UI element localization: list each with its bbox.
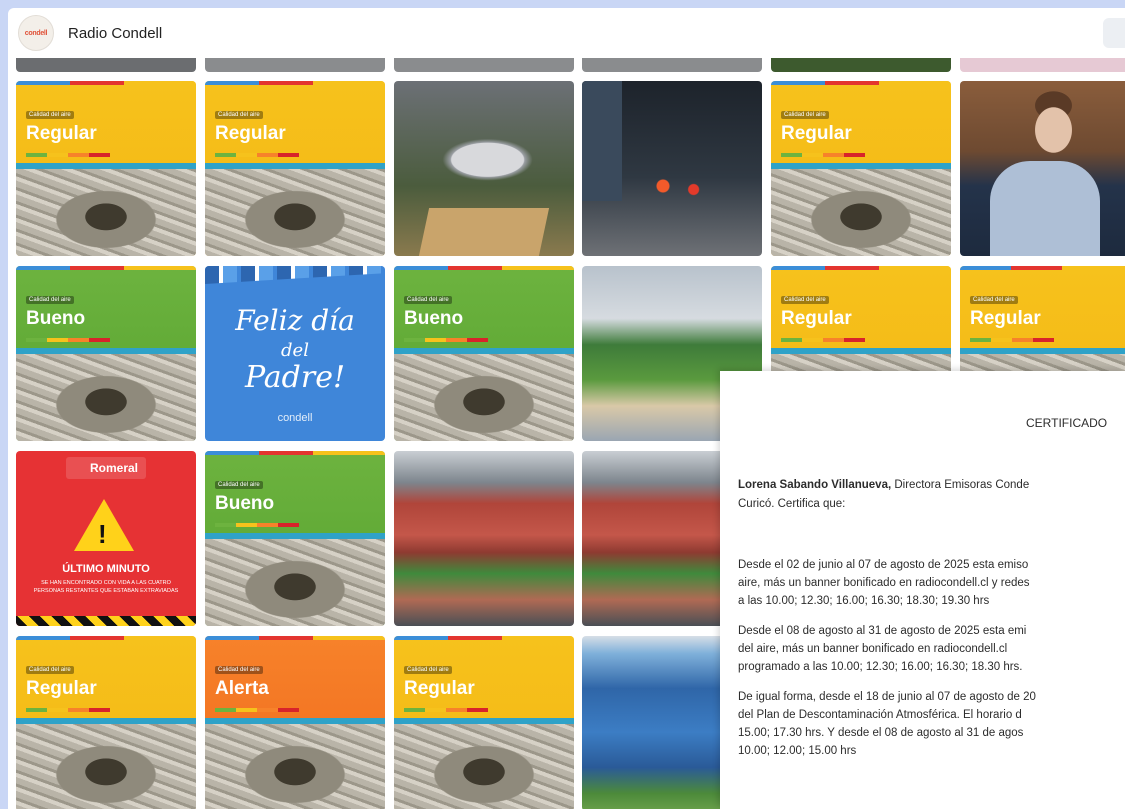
air-quality-label: Calidad del aire <box>781 296 829 304</box>
para3-line: 10.00; 12.00; 15.00 hrs <box>738 745 857 757</box>
grid-tile-partial[interactable] <box>16 58 196 72</box>
radio-condell-logo[interactable]: condell <box>18 15 54 51</box>
city-aerial-image <box>205 169 385 256</box>
photo-athlete[interactable] <box>960 81 1125 256</box>
air-quality-post[interactable]: Calidad del aire Regular <box>205 81 385 256</box>
air-quality-label: Calidad del aire <box>404 666 452 674</box>
city-aerial-image <box>16 724 196 809</box>
air-quality-label: Calidad del aire <box>215 666 263 674</box>
air-quality-level: Regular <box>26 123 97 144</box>
certificate-title: CERTIFICADO <box>1026 416 1108 430</box>
air-quality-scale <box>781 338 865 342</box>
air-quality-scale <box>970 338 1054 342</box>
fathers-day-post[interactable]: Feliz día del Padre! condell <box>205 266 385 441</box>
air-quality-post[interactable]: Calidad del aire Bueno <box>205 451 385 626</box>
air-quality-level: Regular <box>970 308 1041 329</box>
air-quality-level: Regular <box>781 308 852 329</box>
grid-tile-partial[interactable] <box>960 58 1125 72</box>
air-quality-label: Calidad del aire <box>970 296 1018 304</box>
para3-line: De igual forma, desde el 18 de junio al … <box>738 691 1036 703</box>
air-quality-post[interactable]: Calidad del aire Regular <box>394 636 574 809</box>
air-quality-label: Calidad del aire <box>404 296 452 304</box>
breaking-news-post[interactable]: Romeral ! ÚLTIMO MINUTO SE HAN ENCONTRAD… <box>16 451 196 626</box>
para2-line: programado a las 10.00; 12.30; 16.00; 16… <box>738 661 1023 673</box>
air-quality-label: Calidad del aire <box>215 111 263 119</box>
air-quality-level: Alerta <box>215 678 269 699</box>
air-quality-label: Calidad del aire <box>26 111 74 119</box>
logo-text: condell <box>24 29 48 37</box>
air-quality-scale <box>26 338 110 342</box>
air-quality-post[interactable]: Calidad del aire Regular <box>771 81 951 256</box>
air-quality-post[interactable]: Calidad del aire Regular <box>16 81 196 256</box>
page-title[interactable]: Radio Condell <box>68 25 162 42</box>
air-quality-scale <box>215 708 299 712</box>
romeral-brand: Romeral <box>90 461 139 475</box>
exclamation-icon: ! <box>98 519 107 549</box>
para1-line: a las 10.00; 12.30; 16.00; 16.30; 18.30;… <box>738 595 990 607</box>
city-aerial-image <box>771 169 951 256</box>
air-quality-post[interactable]: Calidad del aire Regular <box>16 636 196 809</box>
para2-line: Desde el 08 de agosto al 31 de agosto de… <box>738 625 1027 637</box>
air-quality-level: Regular <box>215 123 286 144</box>
city-aerial-image <box>205 539 385 626</box>
intro-text: Directora Emisoras Conde <box>891 479 1030 491</box>
certificate-document[interactable]: CERTIFICADO Lorena Sabando Villanueva, D… <box>720 371 1125 809</box>
fathers-day-line2: del <box>281 340 309 361</box>
air-quality-label: Calidad del aire <box>781 111 829 119</box>
grid-tile-partial[interactable] <box>771 58 951 72</box>
air-quality-post[interactable]: Calidad del aire Bueno <box>394 266 574 441</box>
air-quality-level: Bueno <box>404 308 464 329</box>
air-quality-level: Regular <box>781 123 852 144</box>
breaking-news-title: ÚLTIMO MINUTO <box>62 563 150 575</box>
para3-line: 15.00; 17.30 hrs. Y desde el 08 de agost… <box>738 727 1024 739</box>
photo-night-street[interactable] <box>582 81 762 256</box>
grid-tile-partial[interactable] <box>394 58 574 72</box>
grid-tile-partial[interactable] <box>582 58 762 72</box>
air-quality-scale <box>404 338 488 342</box>
header-action-button[interactable] <box>1103 18 1125 48</box>
para3-line: del Plan de Descontaminación Atmosférica… <box>738 709 1022 721</box>
air-quality-scale <box>215 153 299 157</box>
air-quality-label: Calidad del aire <box>215 481 263 489</box>
photo-crashed-car[interactable] <box>394 81 574 256</box>
air-quality-label: Calidad del aire <box>26 666 74 674</box>
air-quality-scale <box>781 153 865 157</box>
para2-line: del aire, más un banner bonificado en ra… <box>738 643 1008 655</box>
certificate-intro: Lorena Sabando Villanueva, Directora Emi… <box>738 477 1029 494</box>
air-quality-level: Regular <box>404 678 475 699</box>
air-quality-scale <box>26 708 110 712</box>
page-header: condell Radio Condell <box>8 8 1125 58</box>
certificate-intro-line2: Curicó. Certifica que: <box>738 498 846 510</box>
air-quality-post[interactable]: Calidad del aire Bueno <box>16 266 196 441</box>
air-quality-level: Regular <box>26 678 97 699</box>
brand-logo: condell <box>277 412 313 424</box>
air-quality-scale <box>26 153 110 157</box>
para1-line: aire, más un banner bonificado en radioc… <box>738 577 1030 589</box>
air-quality-post[interactable]: Calidad del aire Alerta <box>205 636 385 809</box>
fathers-day-line3: Padre! <box>244 360 346 395</box>
city-aerial-image <box>16 169 196 256</box>
para1-line: Desde el 02 de junio al 07 de agosto de … <box>738 559 1029 571</box>
air-quality-label: Calidad del aire <box>26 296 74 304</box>
city-aerial-image <box>205 724 385 809</box>
air-quality-scale <box>404 708 488 712</box>
air-quality-scale <box>215 523 299 527</box>
fathers-day-line1: Feliz día <box>235 304 355 337</box>
air-quality-level: Bueno <box>215 493 275 514</box>
photo-stadium-stands[interactable] <box>394 451 574 626</box>
city-aerial-image <box>394 724 574 809</box>
air-quality-level: Bueno <box>26 308 86 329</box>
city-aerial-image <box>16 354 196 441</box>
breaking-news-text: SE HAN ENCONTRADO CON VIDA A LAS CUATRO … <box>33 580 179 594</box>
grid-tile-partial[interactable] <box>205 58 385 72</box>
director-name: Lorena Sabando Villanueva, <box>738 479 892 491</box>
city-aerial-image <box>394 354 574 441</box>
